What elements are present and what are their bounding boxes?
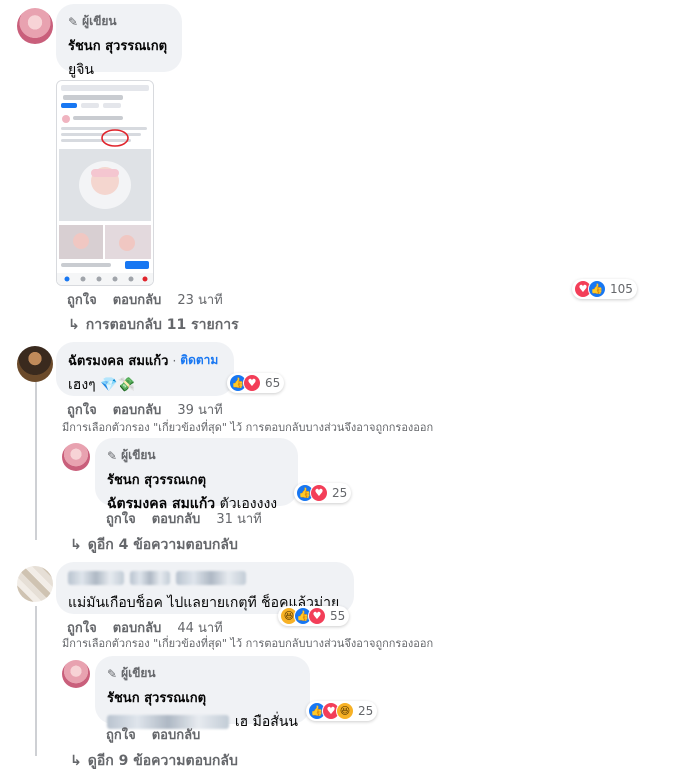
- love-reaction-icon: ♥: [308, 607, 326, 625]
- commenter-avatar[interactable]: [17, 346, 53, 382]
- timestamp[interactable]: 39 นาที: [177, 399, 222, 420]
- like-reaction-icon: 👍: [588, 280, 606, 298]
- reply-button[interactable]: ตอบกลับ: [113, 289, 162, 310]
- timestamp[interactable]: 23 นาที: [177, 289, 222, 310]
- view-replies-label: การตอบกลับ 11 รายการ: [85, 317, 239, 333]
- love-reaction-icon: ♥: [310, 484, 328, 502]
- filter-notice: มีการเลือกตัวกรอง "เกี่ยวข้องที่สุด" ไว้…: [62, 637, 434, 650]
- separator-dot: ·: [172, 353, 177, 368]
- author-badge: ✎ ผู้เขียน: [68, 12, 170, 31]
- reply-bubble: ✎ ผู้เขียน รัชนก สุวรรณเกตุ เฮ มือสั่นน: [95, 656, 310, 730]
- like-button[interactable]: ถูกใจ: [106, 724, 136, 745]
- commenter-name[interactable]: รัชนก สุวรรณเกตุ: [107, 687, 298, 708]
- author-avatar[interactable]: [62, 660, 90, 688]
- thread-line: [35, 380, 37, 540]
- comment-text: ยูจิน: [68, 62, 94, 78]
- reaction-summary[interactable]: 😆 👍 ♥ 55: [278, 606, 350, 626]
- filter-notice: มีการเลือกตัวกรอง "เกี่ยวข้องที่สุด" ไว้…: [62, 421, 434, 434]
- reaction-summary[interactable]: 👍 ♥ 😆 25: [306, 701, 378, 721]
- author-badge: ✎ ผู้เขียน: [107, 446, 286, 465]
- pencil-icon: ✎: [107, 448, 118, 463]
- view-more-replies-label: ดูอีก 4 ข้อความตอบกลับ: [87, 537, 238, 553]
- commenter-name[interactable]: รัชนก สุวรรณเกตุ: [107, 469, 286, 490]
- author-badge: ✎ ผู้เขียน: [107, 664, 298, 683]
- comment-actions: ถูกใจ ตอบกลับ 23 นาที: [67, 289, 223, 310]
- commenter-name[interactable]: ฉัตรมงคล สมแก้ว: [68, 350, 168, 371]
- diamond-money-emoji: 💎💸: [100, 377, 136, 393]
- view-more-replies-link[interactable]: ↳ ดูอีก 4 ข้อความตอบกลับ: [70, 534, 238, 556]
- view-more-replies-label: ดูอีก 9 ข้อความตอบกลับ: [87, 753, 238, 769]
- author-badge-label: ผู้เขียน: [82, 14, 117, 28]
- author-avatar[interactable]: [62, 443, 90, 471]
- comment-bubble: ✎ ผู้เขียน รัชนก สุวรรณเกตุ ยูจิน: [56, 4, 182, 78]
- pencil-icon: ✎: [68, 14, 79, 29]
- reaction-count: 25: [358, 704, 374, 718]
- reply-button[interactable]: ตอบกลับ: [152, 724, 201, 745]
- reaction-summary[interactable]: ♥ 👍 105: [572, 279, 637, 299]
- reply-arrow-icon: ↳: [70, 537, 82, 553]
- reply-text: เฮ มือสั่นน: [234, 714, 298, 730]
- like-button[interactable]: ถูกใจ: [106, 508, 136, 529]
- blurred-text: [130, 571, 170, 585]
- reply-bubble: ✎ ผู้เขียน รัชนก สุวรรณเกตุ ฉัตรมงคล สมแ…: [95, 438, 298, 512]
- reply-actions: ถูกใจ ตอบกลับ 31 นาที: [106, 508, 262, 529]
- author-badge-label: ผู้เขียน: [121, 448, 156, 462]
- reply-actions: ถูกใจ ตอบกลับ: [106, 724, 200, 745]
- reaction-count: 65: [265, 376, 281, 390]
- reply-button[interactable]: ตอบกลับ: [113, 399, 162, 420]
- commenter-avatar[interactable]: [17, 566, 53, 602]
- timestamp[interactable]: 31 นาที: [216, 508, 261, 529]
- comment-text: เฮงๆ: [68, 377, 96, 393]
- comment-attached-image[interactable]: [56, 80, 154, 286]
- like-button[interactable]: ถูกใจ: [67, 289, 97, 310]
- view-more-replies-link[interactable]: ↳ ดูอีก 9 ข้อความตอบกลับ: [70, 750, 238, 772]
- like-button[interactable]: ถูกใจ: [67, 399, 97, 420]
- thread-line: [35, 606, 37, 756]
- follow-link[interactable]: ติดตาม: [180, 351, 218, 370]
- pencil-icon: ✎: [107, 666, 118, 681]
- reply-arrow-icon: ↳: [70, 753, 82, 769]
- reaction-summary[interactable]: 👍 ♥ 25: [294, 483, 352, 503]
- commenter-name-blurred[interactable]: [68, 570, 342, 586]
- reaction-count: 105: [610, 282, 633, 296]
- love-reaction-icon: ♥: [243, 374, 261, 392]
- author-avatar[interactable]: [17, 8, 53, 44]
- comment-bubble: ฉัตรมงคล สมแก้ว · ติดตาม เฮงๆ 💎💸: [56, 342, 234, 396]
- view-replies-link[interactable]: ↳ การตอบกลับ 11 รายการ: [68, 314, 239, 336]
- blurred-text: [176, 571, 246, 585]
- reaction-count: 55: [330, 609, 346, 623]
- reaction-summary[interactable]: 👍 ♥ 65: [227, 373, 285, 393]
- reply-arrow-icon: ↳: [68, 317, 80, 333]
- reply-button[interactable]: ตอบกลับ: [152, 508, 201, 529]
- author-badge-label: ผู้เขียน: [121, 666, 156, 680]
- blurred-text: [68, 571, 124, 585]
- haha-reaction-icon: 😆: [336, 702, 354, 720]
- commenter-name[interactable]: รัชนก สุวรรณเกตุ: [68, 35, 170, 56]
- reaction-count: 25: [332, 486, 348, 500]
- phone-screenshot-graphic: [57, 81, 153, 285]
- comment-actions: ถูกใจ ตอบกลับ 39 นาที: [67, 399, 223, 420]
